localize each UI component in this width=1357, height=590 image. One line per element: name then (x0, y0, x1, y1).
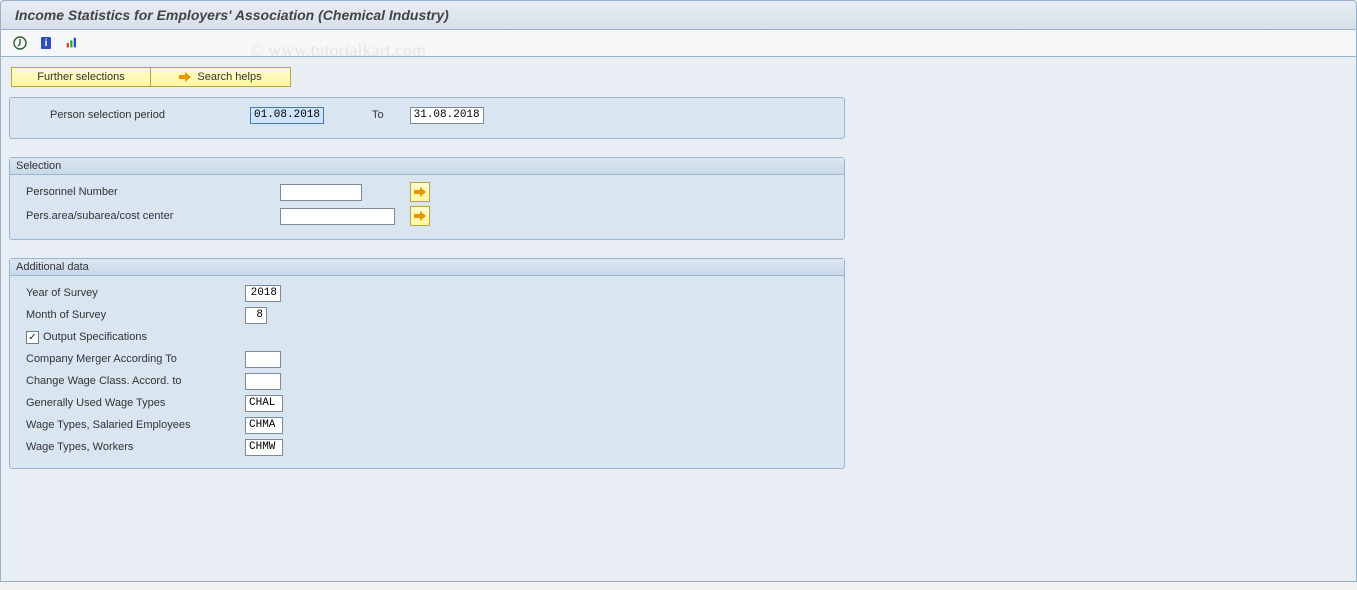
pers-area-label: Pers.area/subarea/cost center (20, 210, 280, 222)
worker-wage-types-label: Wage Types, Workers (20, 441, 245, 453)
period-to-label: To (372, 109, 384, 121)
worker-wage-types-input[interactable] (245, 439, 283, 456)
personnel-number-label: Personnel Number (20, 186, 280, 198)
pers-area-input[interactable] (280, 208, 395, 225)
chart-icon[interactable] (63, 34, 81, 52)
general-wage-types-label: Generally Used Wage Types (20, 397, 245, 409)
period-from-input[interactable] (250, 107, 324, 124)
month-of-survey-input[interactable] (245, 307, 267, 324)
general-wage-types-input[interactable] (245, 395, 283, 412)
company-merger-label: Company Merger According To (20, 353, 245, 365)
title-bar: Income Statistics for Employers' Associa… (0, 0, 1357, 30)
search-helps-button[interactable]: Search helps (151, 67, 291, 87)
salaried-wage-types-input[interactable] (245, 417, 283, 434)
year-of-survey-label: Year of Survey (20, 287, 245, 299)
pers-area-multi-button[interactable] (410, 206, 430, 226)
change-wage-class-input[interactable] (245, 373, 281, 390)
further-selections-button[interactable]: Further selections (11, 67, 151, 87)
year-of-survey-input[interactable] (245, 285, 281, 302)
additional-data-header: Additional data (10, 259, 844, 276)
arrow-right-icon (179, 72, 191, 82)
selection-buttons: Further selections Search helps (11, 67, 1348, 87)
info-icon[interactable]: i (37, 34, 55, 52)
personnel-number-multi-button[interactable] (410, 182, 430, 202)
company-merger-input[interactable] (245, 351, 281, 368)
output-spec-checkbox[interactable]: ✓ (26, 331, 39, 344)
selection-header: Selection (10, 158, 844, 175)
personnel-number-input[interactable] (280, 184, 362, 201)
salaried-wage-types-label: Wage Types, Salaried Employees (20, 419, 245, 431)
period-group: Person selection period To (9, 97, 845, 139)
additional-data-group: Additional data Year of Survey Month of … (9, 258, 845, 469)
execute-icon[interactable] (11, 34, 29, 52)
svg-text:i: i (45, 38, 48, 49)
output-spec-label: Output Specifications (43, 331, 147, 343)
toolbar: i (0, 30, 1357, 57)
selection-group: Selection Personnel Number Pers.area/sub… (9, 157, 845, 240)
main-body: Further selections Search helps Person s… (0, 57, 1357, 582)
page-title: Income Statistics for Employers' Associa… (15, 7, 1342, 23)
further-selections-label: Further selections (37, 71, 124, 83)
month-of-survey-label: Month of Survey (20, 309, 245, 321)
person-selection-period-label: Person selection period (20, 109, 250, 121)
change-wage-class-label: Change Wage Class. Accord. to (20, 375, 245, 387)
search-helps-label: Search helps (197, 71, 261, 83)
period-to-input[interactable] (410, 107, 484, 124)
